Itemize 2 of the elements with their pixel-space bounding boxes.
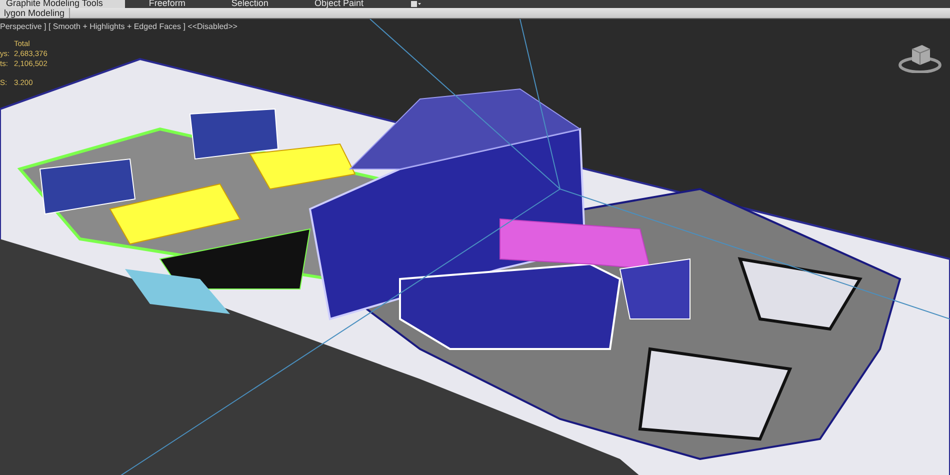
panel-label[interactable]: lygon Modeling: [0, 8, 70, 18]
viewport-label[interactable]: Perspective ] [ Smooth + Highlights + Edged Faces ] <<Disabled>>: [0, 22, 238, 31]
